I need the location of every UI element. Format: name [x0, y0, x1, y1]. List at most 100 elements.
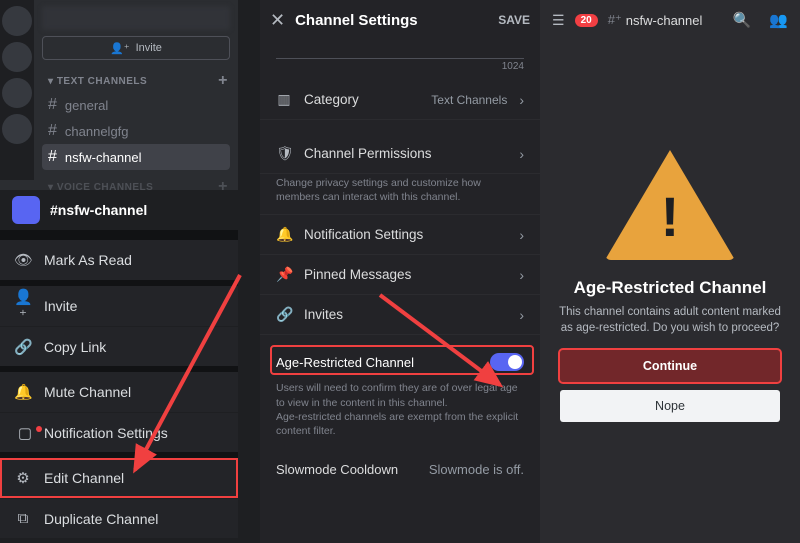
hash-icon: # [48, 148, 57, 166]
nope-button[interactable]: Nope [560, 390, 780, 422]
age-restricted-description: Users will need to confirm they are of o… [260, 379, 540, 448]
row-category[interactable]: ▥ Category Text Channels › [260, 80, 540, 120]
age-gate: ! Age-Restricted Channel This channel co… [540, 150, 800, 422]
channel-context-menu: #nsfw-channel 👁 Mark As Read 👤⁺ Invite 🔗… [0, 190, 238, 543]
channel-breadcrumb[interactable]: #⁺ nsfw-channel [608, 12, 723, 28]
row-label: Invites [304, 307, 507, 322]
permissions-description: Change privacy settings and customize ho… [260, 174, 540, 215]
guild-icon[interactable] [2, 6, 32, 36]
bell-icon: 🔔 [276, 226, 292, 243]
channel-name: nsfw-channel [626, 13, 703, 28]
continue-label: Continue [643, 359, 697, 373]
menu-label: Mark As Read [44, 252, 132, 268]
row-label: Pinned Messages [304, 267, 507, 282]
link-icon: 🔗 [276, 306, 292, 323]
menu-duplicate-channel[interactable]: ⧉ Duplicate Channel [0, 498, 238, 538]
row-age-restricted: Age-Restricted Channel [260, 335, 540, 379]
gear-icon: ⚙ [14, 469, 32, 487]
channel-nsfw-channel[interactable]: # nsfw-channel [42, 144, 230, 170]
chevron-right-icon: › [519, 227, 524, 243]
chevron-right-icon: › [519, 307, 524, 323]
age-gate-body: This channel contains adult content mark… [558, 304, 782, 336]
menu-mute-channel[interactable]: 🔔 Mute Channel [0, 372, 238, 412]
mention-badge[interactable]: 20 [575, 14, 598, 27]
menu-label: Duplicate Channel [44, 511, 158, 527]
server-sidebar: 👤⁺ Invite ▾ TEXT CHANNELS + # general # … [0, 0, 238, 543]
warning-icon: ! [605, 150, 735, 260]
chevron-right-icon: › [519, 92, 524, 108]
menu-mark-as-read[interactable]: 👁 Mark As Read [0, 240, 238, 280]
hash-icon: # [48, 96, 57, 114]
settings-badge-icon: ▢ [14, 424, 32, 442]
menu-label: Notification Settings [44, 425, 168, 441]
menu-copy-link[interactable]: 🔗 Copy Link [0, 326, 238, 366]
row-label: Category [304, 92, 419, 107]
chevron-right-icon: › [519, 146, 524, 162]
hash-nsfw-icon: #⁺ [608, 12, 622, 28]
category-label: TEXT CHANNELS [57, 76, 147, 87]
channel-channelgfg[interactable]: # channelgfg [42, 118, 230, 144]
nope-label: Nope [655, 399, 685, 413]
row-invites[interactable]: 🔗 Invites › [260, 295, 540, 335]
close-icon[interactable]: ✕ [270, 10, 285, 31]
continue-button[interactable]: Continue [560, 350, 780, 382]
search-icon[interactable]: 🔍 [733, 11, 752, 29]
age-restricted-label: Age-Restricted Channel [276, 355, 414, 370]
menu-label: Mute Channel [44, 384, 131, 400]
folder-icon: ▥ [276, 91, 292, 108]
channel-general[interactable]: # general [42, 92, 230, 118]
guild-rail [0, 0, 34, 180]
members-icon[interactable]: 👥 [769, 11, 788, 29]
channel-label: general [65, 98, 108, 113]
person-add-icon: 👤⁺ [14, 288, 32, 324]
context-channel-name: #nsfw-channel [50, 202, 147, 218]
channel-view-panel: ☰ 20 #⁺ nsfw-channel 🔍 👥 ! Age-Restricte… [540, 0, 800, 543]
settings-header: ✕ Channel Settings SAVE [260, 0, 540, 40]
row-label: Notification Settings [304, 227, 507, 242]
menu-invite[interactable]: 👤⁺ Invite [0, 286, 238, 326]
menu-label: Invite [44, 298, 77, 314]
guild-icon[interactable] [2, 114, 32, 144]
copy-icon: ⧉ [14, 510, 32, 527]
channel-avatar [12, 196, 40, 224]
invite-button[interactable]: 👤⁺ Invite [42, 36, 230, 60]
slowmode-value: Slowmode is off. [429, 462, 524, 477]
row-value: Text Channels [431, 93, 507, 107]
menu-notification-settings[interactable]: ▢ Notification Settings [0, 412, 238, 452]
bell-icon: 🔔 [14, 383, 32, 401]
hash-icon: # [48, 122, 57, 140]
channel-list: 👤⁺ Invite ▾ TEXT CHANNELS + # general # … [34, 0, 238, 198]
channel-label: nsfw-channel [65, 150, 142, 165]
add-channel-icon[interactable]: + [218, 72, 228, 90]
char-counter: 1024 [260, 61, 524, 72]
channel-settings-panel: ✕ Channel Settings SAVE 1024 ▥ Category … [260, 0, 540, 543]
invite-label: Invite [136, 42, 162, 54]
menu-edit-channel[interactable]: ⚙ Edit Channel [0, 458, 238, 498]
age-gate-title: Age-Restricted Channel [574, 278, 767, 298]
row-label: Channel Permissions [304, 146, 507, 161]
channel-label: channelgfg [65, 124, 129, 139]
slowmode-label: Slowmode Cooldown [276, 462, 398, 477]
guild-icon[interactable] [2, 42, 32, 72]
link-icon: 🔗 [14, 338, 32, 356]
context-header: #nsfw-channel [0, 190, 238, 230]
guild-icon[interactable] [2, 78, 32, 108]
chevron-right-icon: › [519, 267, 524, 283]
row-notification-settings[interactable]: 🔔 Notification Settings › [260, 215, 540, 255]
pin-icon: 📌 [276, 266, 292, 283]
server-name[interactable] [42, 6, 230, 30]
row-permissions[interactable]: 🛡 Channel Permissions › [260, 134, 540, 174]
shield-icon: 🛡 [276, 145, 292, 162]
invite-icon: 👤⁺ [110, 42, 130, 55]
eye-icon: 👁 [14, 251, 32, 269]
menu-label: Copy Link [44, 339, 106, 355]
save-button[interactable]: SAVE [498, 13, 530, 27]
row-pinned-messages[interactable]: 📌 Pinned Messages › [260, 255, 540, 295]
row-slowmode[interactable]: Slowmode Cooldown Slowmode is off. [260, 448, 540, 491]
topic-input-underline[interactable] [276, 58, 524, 59]
channel-top-bar: ☰ 20 #⁺ nsfw-channel 🔍 👥 [540, 0, 800, 40]
category-text-channels[interactable]: ▾ TEXT CHANNELS + [42, 70, 230, 92]
settings-title: Channel Settings [295, 12, 488, 29]
inbox-icon[interactable]: ☰ [552, 12, 565, 29]
age-restricted-toggle[interactable] [490, 353, 524, 371]
